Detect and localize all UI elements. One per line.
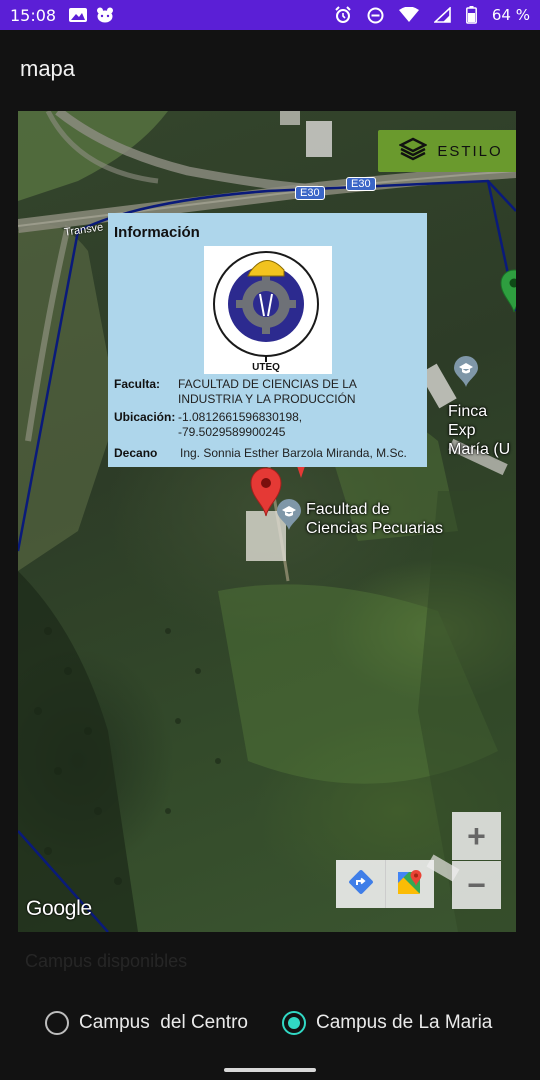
- wifi-icon: [398, 7, 419, 23]
- layers-icon: [398, 137, 428, 165]
- map-style-button[interactable]: ESTILO: [378, 130, 516, 172]
- radio-button-unchecked[interactable]: [45, 1011, 69, 1035]
- selected-map-marker[interactable]: [250, 467, 282, 521]
- zoom-out-label: −: [467, 866, 486, 903]
- zoom-in-label: +: [467, 817, 486, 854]
- green-map-marker[interactable]: [500, 269, 516, 317]
- marker-info-window[interactable]: Información UTEQ Faculta: FACULTAD DE CI…: [108, 213, 427, 467]
- campus-section-label: Campus disponibles: [25, 951, 188, 971]
- road-shield-e30: E30: [295, 186, 325, 200]
- app-bar: mapa: [0, 30, 540, 106]
- map-view[interactable]: Transve E30 E30 Finca Exp María (U Facul…: [18, 111, 516, 932]
- page-title: mapa: [20, 56, 76, 81]
- battery-icon: [465, 6, 477, 24]
- university-place-icon[interactable]: [453, 356, 479, 392]
- directions-icon: [348, 869, 374, 899]
- svg-text:UTEQ: UTEQ: [252, 362, 280, 373]
- info-label: Ubicación:: [114, 410, 176, 424]
- home-indicator[interactable]: [224, 1068, 316, 1072]
- info-value-decano: Ing. Sonnia Esther Barzola Miranda, M.Sc…: [180, 446, 407, 460]
- map-toolbar: [336, 860, 434, 908]
- map-style-label: ESTILO: [437, 142, 503, 160]
- radio-campus-la-maria[interactable]: Campus de La Maria: [282, 1011, 492, 1035]
- place-label-pecuarias: Facultad de Ciencias Pecuarias: [306, 501, 443, 537]
- road-shield-e30: E30: [346, 177, 376, 191]
- info-window-title: Información: [114, 224, 200, 241]
- radio-campus-centro[interactable]: Campus del Centro: [45, 1011, 248, 1035]
- info-label: Faculta:: [114, 377, 161, 391]
- status-time: 15:08: [10, 5, 57, 25]
- status-icons: 64 %: [334, 6, 530, 24]
- open-in-maps-button[interactable]: [385, 860, 434, 908]
- gallery-icon: [68, 7, 88, 23]
- info-label: Decano: [114, 446, 158, 460]
- directions-button[interactable]: [336, 860, 385, 908]
- radio-label: Campus del Centro: [79, 1012, 248, 1033]
- info-value-facultad: FACULTAD DE CIENCIAS DE LA INDUSTRIA Y L…: [178, 377, 357, 406]
- google-maps-icon: [396, 868, 424, 900]
- info-value-ubicacion: -1.0812661596830198, -79.5029589900245: [178, 410, 303, 439]
- signal-icon: [433, 7, 451, 23]
- radio-button-checked[interactable]: [282, 1011, 306, 1035]
- radio-label: Campus de La Maria: [316, 1012, 493, 1033]
- google-attribution: Google: [26, 897, 92, 920]
- zoom-in-button[interactable]: +: [452, 812, 501, 860]
- status-bar: 15:08 64 %: [0, 0, 540, 30]
- cat-face-icon: [96, 7, 114, 23]
- do-not-disturb-icon: [367, 7, 384, 24]
- zoom-out-button[interactable]: −: [452, 861, 501, 909]
- battery-percent: 64 %: [491, 6, 530, 24]
- alarm-icon: [334, 6, 352, 24]
- faculty-logo: UTEQ: [204, 246, 332, 374]
- place-label-finca: Finca Exp María (U: [448, 403, 511, 458]
